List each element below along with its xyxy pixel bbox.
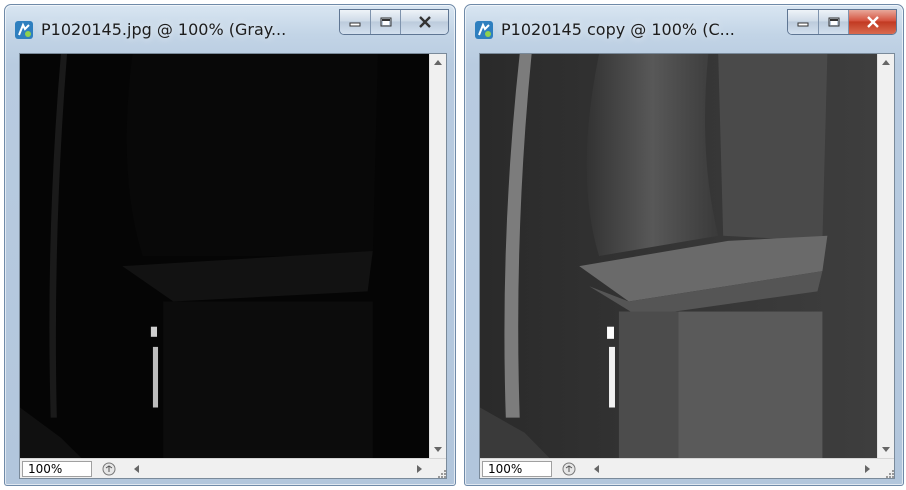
close-button[interactable] bbox=[400, 10, 448, 34]
title-bar[interactable]: P1020145.jpg @ 100% (Gray... bbox=[5, 5, 455, 47]
minimize-button[interactable] bbox=[340, 10, 370, 34]
scroll-up-button[interactable] bbox=[878, 54, 894, 71]
status-bar: 100% bbox=[480, 458, 894, 478]
vertical-scrollbar[interactable] bbox=[429, 54, 446, 458]
caption-buttons bbox=[339, 9, 449, 35]
close-icon bbox=[866, 16, 879, 28]
scroll-up-button[interactable] bbox=[430, 54, 446, 71]
photoshop-document-icon bbox=[13, 19, 35, 41]
scroll-left-button[interactable] bbox=[588, 460, 604, 477]
brightened-photo-image bbox=[480, 54, 877, 458]
status-menu-button[interactable] bbox=[560, 461, 578, 477]
arrow-left-icon bbox=[133, 464, 139, 473]
scroll-down-button[interactable] bbox=[878, 441, 894, 458]
document-client-area: 100% bbox=[19, 53, 447, 479]
image-canvas[interactable] bbox=[20, 54, 429, 458]
zoom-field[interactable]: 100% bbox=[482, 461, 552, 477]
close-icon bbox=[418, 16, 431, 28]
resize-grip[interactable] bbox=[429, 459, 446, 478]
arrow-right-icon bbox=[864, 464, 870, 473]
photoshop-document-icon bbox=[473, 19, 495, 41]
arrow-up-icon bbox=[434, 60, 442, 65]
maximize-button[interactable] bbox=[818, 10, 848, 34]
scroll-right-button[interactable] bbox=[411, 460, 427, 477]
status-menu-button[interactable] bbox=[100, 461, 118, 477]
document-window-copy[interactable]: P1020145 copy @ 100% (C... 100% bbox=[464, 4, 904, 486]
minimize-button[interactable] bbox=[788, 10, 818, 34]
scroll-left-button[interactable] bbox=[128, 460, 144, 477]
maximize-button[interactable] bbox=[370, 10, 400, 34]
image-canvas[interactable] bbox=[480, 54, 877, 458]
window-title: P1020145.jpg @ 100% (Gray... bbox=[41, 20, 287, 39]
grip-icon bbox=[886, 470, 894, 478]
arrow-down-icon bbox=[434, 447, 442, 452]
zoom-field[interactable]: 100% bbox=[22, 461, 92, 477]
vertical-scrollbar[interactable] bbox=[877, 54, 894, 458]
status-info-icon bbox=[102, 462, 116, 476]
maximize-icon bbox=[828, 17, 839, 27]
resize-grip[interactable] bbox=[877, 459, 894, 478]
dark-photo-image bbox=[20, 54, 429, 458]
status-bar: 100% bbox=[20, 458, 446, 478]
grip-icon bbox=[438, 470, 446, 478]
horizontal-scrollbar[interactable] bbox=[126, 459, 429, 478]
document-client-area: 100% bbox=[479, 53, 895, 479]
maximize-icon bbox=[380, 17, 391, 27]
arrow-right-icon bbox=[416, 464, 422, 473]
document-window-original[interactable]: P1020145.jpg @ 100% (Gray... 100% bbox=[4, 4, 456, 486]
scroll-right-button[interactable] bbox=[859, 460, 875, 477]
minimize-icon bbox=[797, 22, 809, 27]
caption-buttons bbox=[787, 9, 897, 35]
scroll-down-button[interactable] bbox=[430, 441, 446, 458]
arrow-left-icon bbox=[593, 464, 599, 473]
minimize-icon bbox=[349, 22, 361, 27]
window-title: P1020145 copy @ 100% (C... bbox=[501, 20, 735, 39]
arrow-up-icon bbox=[882, 60, 890, 65]
close-button[interactable] bbox=[848, 10, 896, 34]
title-bar[interactable]: P1020145 copy @ 100% (C... bbox=[465, 5, 903, 47]
status-info-icon bbox=[562, 462, 576, 476]
horizontal-scrollbar[interactable] bbox=[586, 459, 877, 478]
arrow-down-icon bbox=[882, 447, 890, 452]
